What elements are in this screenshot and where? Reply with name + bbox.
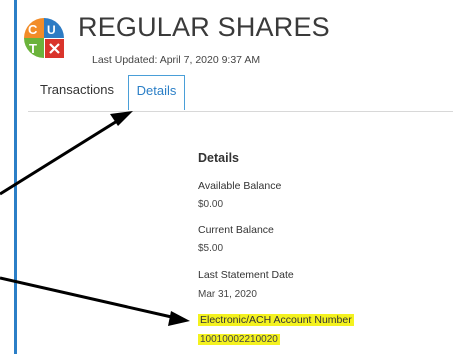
svg-text:T: T	[29, 41, 37, 56]
last-statement-date-value: Mar 31, 2020	[198, 289, 257, 300]
details-heading: Details	[198, 151, 239, 165]
last-updated-text: Last Updated: April 7, 2020 9:37 AM	[92, 54, 261, 66]
available-balance-label: Available Balance	[198, 180, 282, 192]
ach-label-highlight: Electronic/ACH Account Number	[198, 314, 354, 326]
tab-divider	[28, 111, 453, 112]
current-balance-label: Current Balance	[198, 224, 274, 236]
tab-transactions[interactable]: Transactions	[40, 82, 114, 97]
left-border-rule	[14, 0, 17, 354]
arrow-to-details-tab-head	[110, 111, 133, 126]
ach-value-highlight: 10010002210020	[198, 334, 280, 345]
svg-text:U: U	[47, 23, 56, 37]
page-title: REGULAR SHARES	[78, 12, 330, 42]
last-statement-date-label: Last Statement Date	[198, 269, 294, 281]
svg-text:C: C	[28, 22, 38, 37]
available-balance-value: $0.00	[198, 199, 224, 210]
ach-account-number-label: Electronic/ACH Account Number	[198, 314, 354, 326]
arrow-to-ach-number	[0, 276, 177, 320]
ach-account-number-value: 10010002210020	[198, 334, 280, 345]
credit-union-logo: C U T	[24, 18, 64, 58]
arrow-to-ach-number-head	[168, 311, 190, 326]
arrow-to-details-tab	[0, 116, 123, 196]
tab-details[interactable]: Details	[128, 75, 185, 110]
current-balance-value: $5.00	[198, 243, 224, 254]
